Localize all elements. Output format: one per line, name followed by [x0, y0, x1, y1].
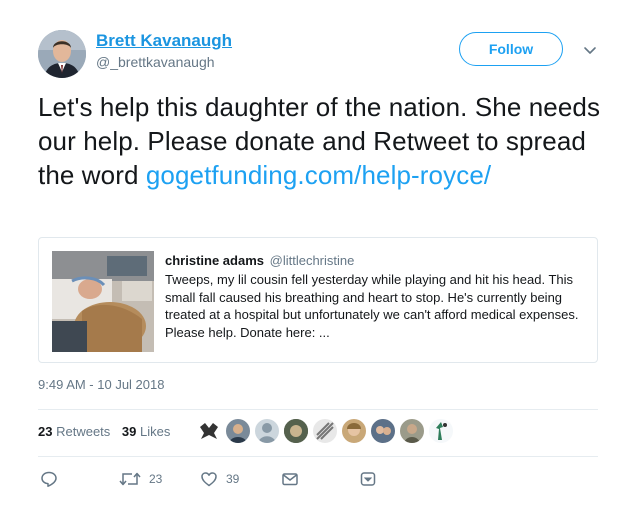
- liker-avatar[interactable]: [370, 418, 396, 444]
- retweets-count[interactable]: 23: [38, 424, 52, 439]
- author-handle[interactable]: @_brettkavanaugh: [96, 54, 215, 70]
- divider-bottom: [38, 456, 598, 457]
- follow-button[interactable]: Follow: [459, 32, 563, 66]
- reply-button[interactable]: [40, 470, 58, 488]
- envelope-icon: [282, 473, 298, 486]
- liker-avatar[interactable]: [196, 418, 222, 444]
- liker-avatar[interactable]: [283, 418, 309, 444]
- liker-avatar[interactable]: [312, 418, 338, 444]
- tweet: Brett Kavanaugh @_brettkavanaugh Follow …: [0, 0, 639, 508]
- author-avatar[interactable]: [38, 30, 86, 78]
- quoted-author-name: christine adams: [165, 253, 264, 268]
- quoted-tweet-text: Tweeps, my lil cousin fell yesterday whi…: [165, 272, 579, 340]
- heart-icon: [201, 472, 217, 487]
- like-count: 39: [226, 472, 240, 486]
- tweet-stats: 23 Retweets 39 Likes: [38, 424, 178, 439]
- liker-avatar[interactable]: [341, 418, 367, 444]
- reply-icon: [41, 471, 57, 487]
- like-button[interactable]: 39: [200, 470, 239, 488]
- more-actions-button[interactable]: [359, 470, 377, 488]
- likes-count[interactable]: 39: [122, 424, 136, 439]
- author-name[interactable]: Brett Kavanaugh: [96, 31, 232, 51]
- liker-avatar[interactable]: [225, 418, 251, 444]
- chevron-down-icon: [360, 472, 376, 486]
- quoted-tweet-author: christine adams @littlechristine: [165, 253, 354, 268]
- likes-label[interactable]: Likes: [140, 424, 170, 439]
- direct-message-button[interactable]: [281, 470, 299, 488]
- more-options-chevron-icon[interactable]: [581, 41, 599, 59]
- liker-avatar[interactable]: [428, 418, 454, 444]
- quoted-tweet[interactable]: christine adams @littlechristine Tweeps,…: [38, 237, 598, 363]
- quoted-author-handle: @littlechristine: [269, 253, 355, 268]
- tweet-link[interactable]: gogetfunding.com/help-royce/: [146, 160, 491, 190]
- retweet-count: 23: [149, 472, 163, 486]
- quoted-tweet-image[interactable]: [52, 251, 154, 352]
- liker-avatar[interactable]: [399, 418, 425, 444]
- tweet-text: Let's help this daughter of the nation. …: [38, 90, 608, 192]
- retweet-icon: [119, 472, 141, 486]
- tweet-timestamp[interactable]: 9:49 AM - 10 Jul 2018: [38, 377, 164, 392]
- retweets-label[interactable]: Retweets: [56, 424, 110, 439]
- divider-top: [38, 409, 598, 410]
- liker-avatar[interactable]: [254, 418, 280, 444]
- retweet-button[interactable]: 23: [119, 470, 162, 488]
